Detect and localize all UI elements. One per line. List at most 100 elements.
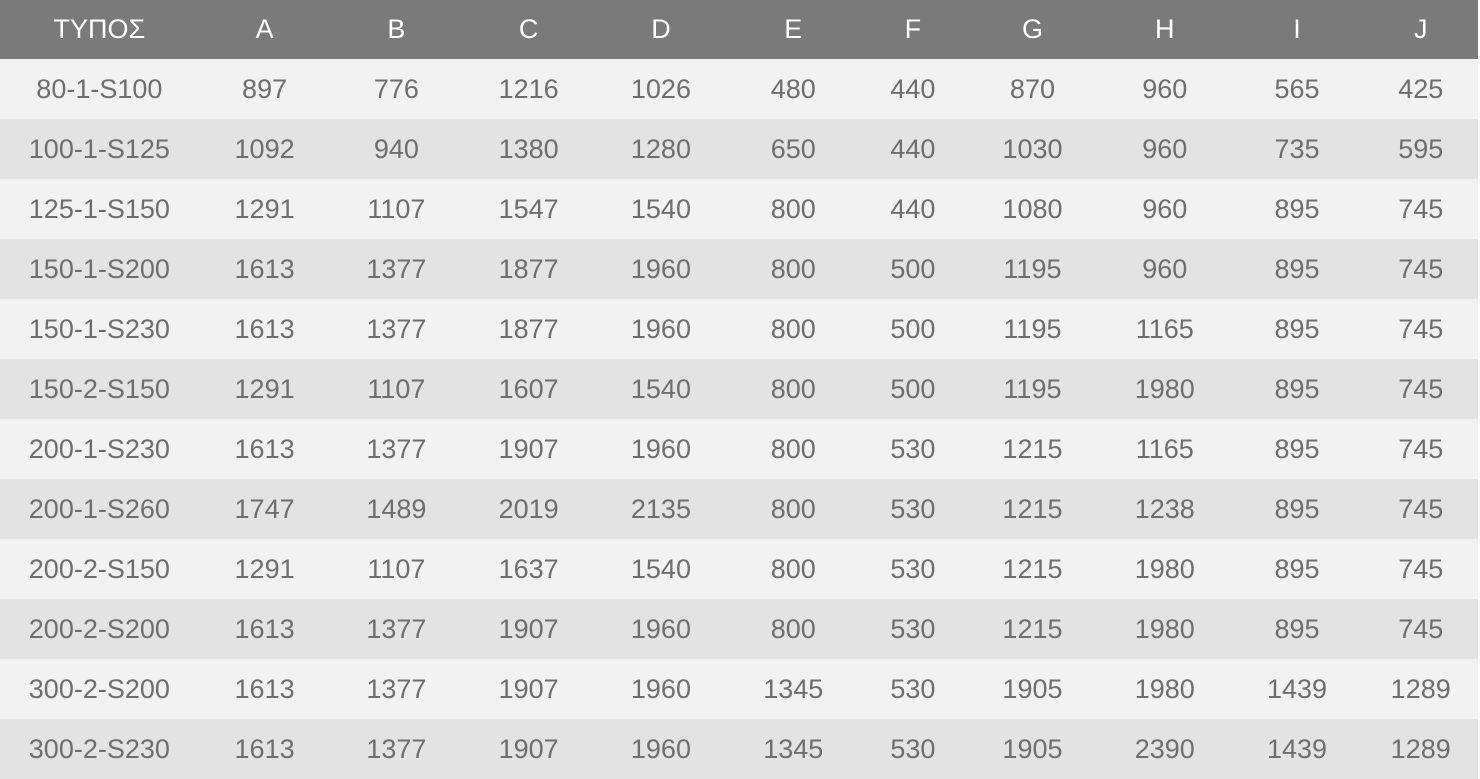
dimension-cell: 895 [1274, 193, 1320, 224]
dimension-cell: 776 [373, 73, 419, 104]
dimension-cell: 895 [1274, 553, 1320, 584]
dimension-cell: 1980 [1134, 553, 1195, 584]
dimension-cell: 1877 [498, 253, 559, 284]
dimension-cell: 745 [1398, 373, 1444, 404]
dimension-cell: 1613 [234, 673, 295, 704]
type-cell: 125-1-S150 [28, 193, 170, 224]
dimension-cell: 895 [1274, 613, 1320, 644]
dimension-cell: 530 [890, 733, 936, 764]
dimension-cell: 800 [770, 373, 816, 404]
dimension-cell: 1877 [498, 313, 559, 344]
dimension-cell: 1195 [1003, 313, 1062, 344]
dimension-cell: 1439 [1267, 673, 1328, 704]
header-cell-j: J [1413, 14, 1428, 44]
dimensions-table: ΤΥΠΟΣ A B C D E F G H I J 80-1-S100 897 77… [0, 0, 1478, 779]
dimension-cell: 800 [770, 253, 816, 284]
dimension-cell: 800 [770, 493, 816, 524]
table-row: 200-1-S260 1747 1489 2019 2135 800 530 1215 1238… [0, 479, 1478, 539]
header-cell-f: F [904, 14, 922, 44]
header-cell-a: A [255, 14, 274, 44]
dimension-cell: 895 [1274, 253, 1320, 284]
dimension-cell: 1165 [1135, 313, 1194, 344]
dimension-cell: 745 [1398, 433, 1444, 464]
dimension-cell: 800 [770, 553, 816, 584]
dimension-cell: 530 [890, 673, 936, 704]
dimension-cell: 1238 [1134, 493, 1195, 524]
dimension-cell: 1637 [498, 553, 559, 584]
dimension-cell: 1377 [366, 613, 427, 644]
dimension-cell: 800 [770, 193, 816, 224]
dimension-cell: 1540 [630, 193, 691, 224]
table-row: 300-2-S230 1613 1377 1907 1960 1345 530 1905 239… [0, 719, 1478, 779]
dimension-cell: 1107 [367, 193, 426, 224]
dimension-cell: 1980 [1134, 373, 1195, 404]
dimension-cell: 895 [1274, 313, 1320, 344]
table-header: ΤΥΠΟΣ A B C D E F G H I J [0, 0, 1478, 59]
dimension-cell: 1030 [1002, 133, 1063, 164]
dimension-cell: 895 [1274, 373, 1320, 404]
dimension-cell: 530 [890, 553, 936, 584]
dimension-cell: 1377 [366, 433, 427, 464]
dimension-cell: 870 [1009, 73, 1055, 104]
header-cell-b: B [387, 14, 406, 44]
table-row: 80-1-S100 897 776 1216 1026 480 440 870 960 565 42… [0, 59, 1478, 119]
dimension-cell: 735 [1274, 133, 1320, 164]
type-cell: 300-2-S200 [28, 673, 170, 704]
dimension-cell: 1377 [366, 673, 427, 704]
dimension-cell: 1547 [498, 193, 559, 224]
dimension-cell: 440 [890, 193, 936, 224]
dimension-cell: 940 [373, 133, 419, 164]
dimension-cell: 1216 [498, 73, 559, 104]
table-body: 80-1-S100 897 776 1216 1026 480 440 870 960 565 42… [0, 59, 1478, 779]
dimension-cell: 1489 [366, 493, 427, 524]
dimension-cell: 1215 [1002, 613, 1063, 644]
type-cell: 200-2-S150 [28, 553, 170, 584]
dimension-cell: 1092 [234, 133, 295, 164]
type-cell: 80-1-S100 [36, 73, 163, 104]
dimension-cell: 1613 [234, 733, 295, 764]
dimension-cell: 745 [1398, 493, 1444, 524]
dimension-cell: 1980 [1134, 673, 1195, 704]
dimension-cell: 440 [890, 73, 936, 104]
dimension-cell: 745 [1398, 553, 1444, 584]
dimension-cell: 1613 [234, 313, 295, 344]
dimension-cell: 800 [770, 313, 816, 344]
dimension-cell: 960 [1142, 193, 1188, 224]
dimension-cell: 1289 [1390, 673, 1451, 704]
dimension-cell: 1960 [630, 613, 691, 644]
dimension-cell: 1905 [1002, 673, 1063, 704]
dimension-cell: 530 [890, 493, 936, 524]
dimension-cell: 1607 [498, 373, 559, 404]
header-cell-h: H [1155, 14, 1175, 44]
dimension-cell: 530 [890, 613, 936, 644]
dimension-cell: 1107 [367, 373, 426, 404]
dimension-cell: 2390 [1134, 733, 1195, 764]
dimension-cell: 1291 [234, 373, 295, 404]
dimension-cell: 1907 [498, 673, 559, 704]
header-cell-d: D [651, 14, 671, 44]
type-cell: 200-1-S230 [28, 433, 170, 464]
dimension-cell: 1107 [367, 553, 426, 584]
dimension-cell: 1613 [234, 433, 295, 464]
type-cell: 150-2-S150 [28, 373, 170, 404]
table-row: 200-1-S230 1613 1377 1907 1960 800 530 1215 1165… [0, 419, 1478, 479]
dimension-cell: 1540 [630, 373, 691, 404]
dimension-cell: 480 [770, 73, 816, 104]
dimension-cell: 595 [1398, 133, 1444, 164]
dimension-cell: 1377 [366, 733, 427, 764]
dimension-cell: 745 [1398, 193, 1444, 224]
dimension-cell: 1377 [366, 313, 427, 344]
header-cell-e: E [784, 14, 803, 44]
dimension-cell: 960 [1142, 133, 1188, 164]
dimension-cell: 895 [1274, 433, 1320, 464]
dimension-cell: 1907 [498, 613, 559, 644]
dimension-cell: 2019 [498, 493, 559, 524]
header-row: ΤΥΠΟΣ A B C D E F G H I J [0, 0, 1478, 59]
dimension-cell: 800 [770, 613, 816, 644]
table-row: 200-2-S150 1291 1107 1637 1540 800 530 1215 1980… [0, 539, 1478, 599]
type-cell: 300-2-S230 [28, 733, 170, 764]
dimension-cell: 1195 [1003, 373, 1062, 404]
dimension-cell: 1380 [498, 133, 559, 164]
dimension-cell: 1291 [234, 193, 295, 224]
type-cell: 200-2-S200 [28, 613, 170, 644]
